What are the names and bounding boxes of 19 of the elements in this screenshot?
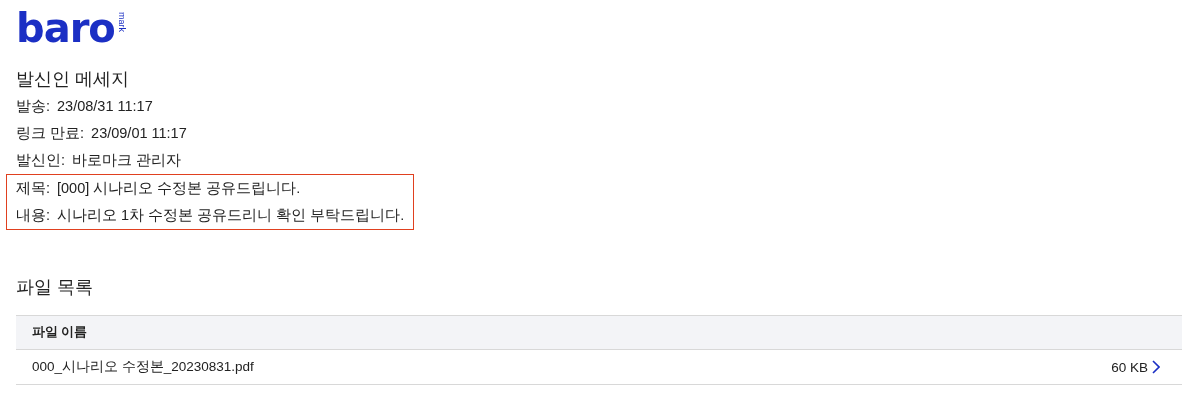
file-name: 000_시나리오 수정본_20230831.pdf [32, 358, 254, 376]
field-label: 발송: [16, 97, 51, 116]
field-label: 발신인: [16, 151, 66, 170]
field-value: 23/08/31 11:17 [57, 97, 153, 116]
message-title: 발신인 메세지 [16, 68, 130, 91]
chevron-right-icon [1152, 360, 1160, 374]
logo-tag: mark [116, 12, 126, 32]
field-label: 제목: [16, 179, 51, 198]
field-value: 23/09/01 11:17 [91, 124, 187, 143]
field-value: [000] 시나리오 수정본 공유드립니다. [57, 179, 301, 198]
field-value: 시나리오 1차 수정본 공유드리니 확인 부탁드립니다. [57, 206, 405, 225]
section-title: 파일 목록 [16, 276, 94, 299]
file-size: 60 KB [1111, 359, 1148, 375]
file-row[interactable]: 000_시나리오 수정본_20230831.pdf 60 KB [16, 350, 1182, 385]
column-header: 파일 이름 [32, 324, 88, 341]
field-label: 내용: [16, 206, 51, 225]
field-label: 링크 만료: [16, 124, 85, 143]
logo-wordmark: baro [16, 10, 115, 46]
field-value: 바로마크 관리자 [72, 151, 182, 170]
